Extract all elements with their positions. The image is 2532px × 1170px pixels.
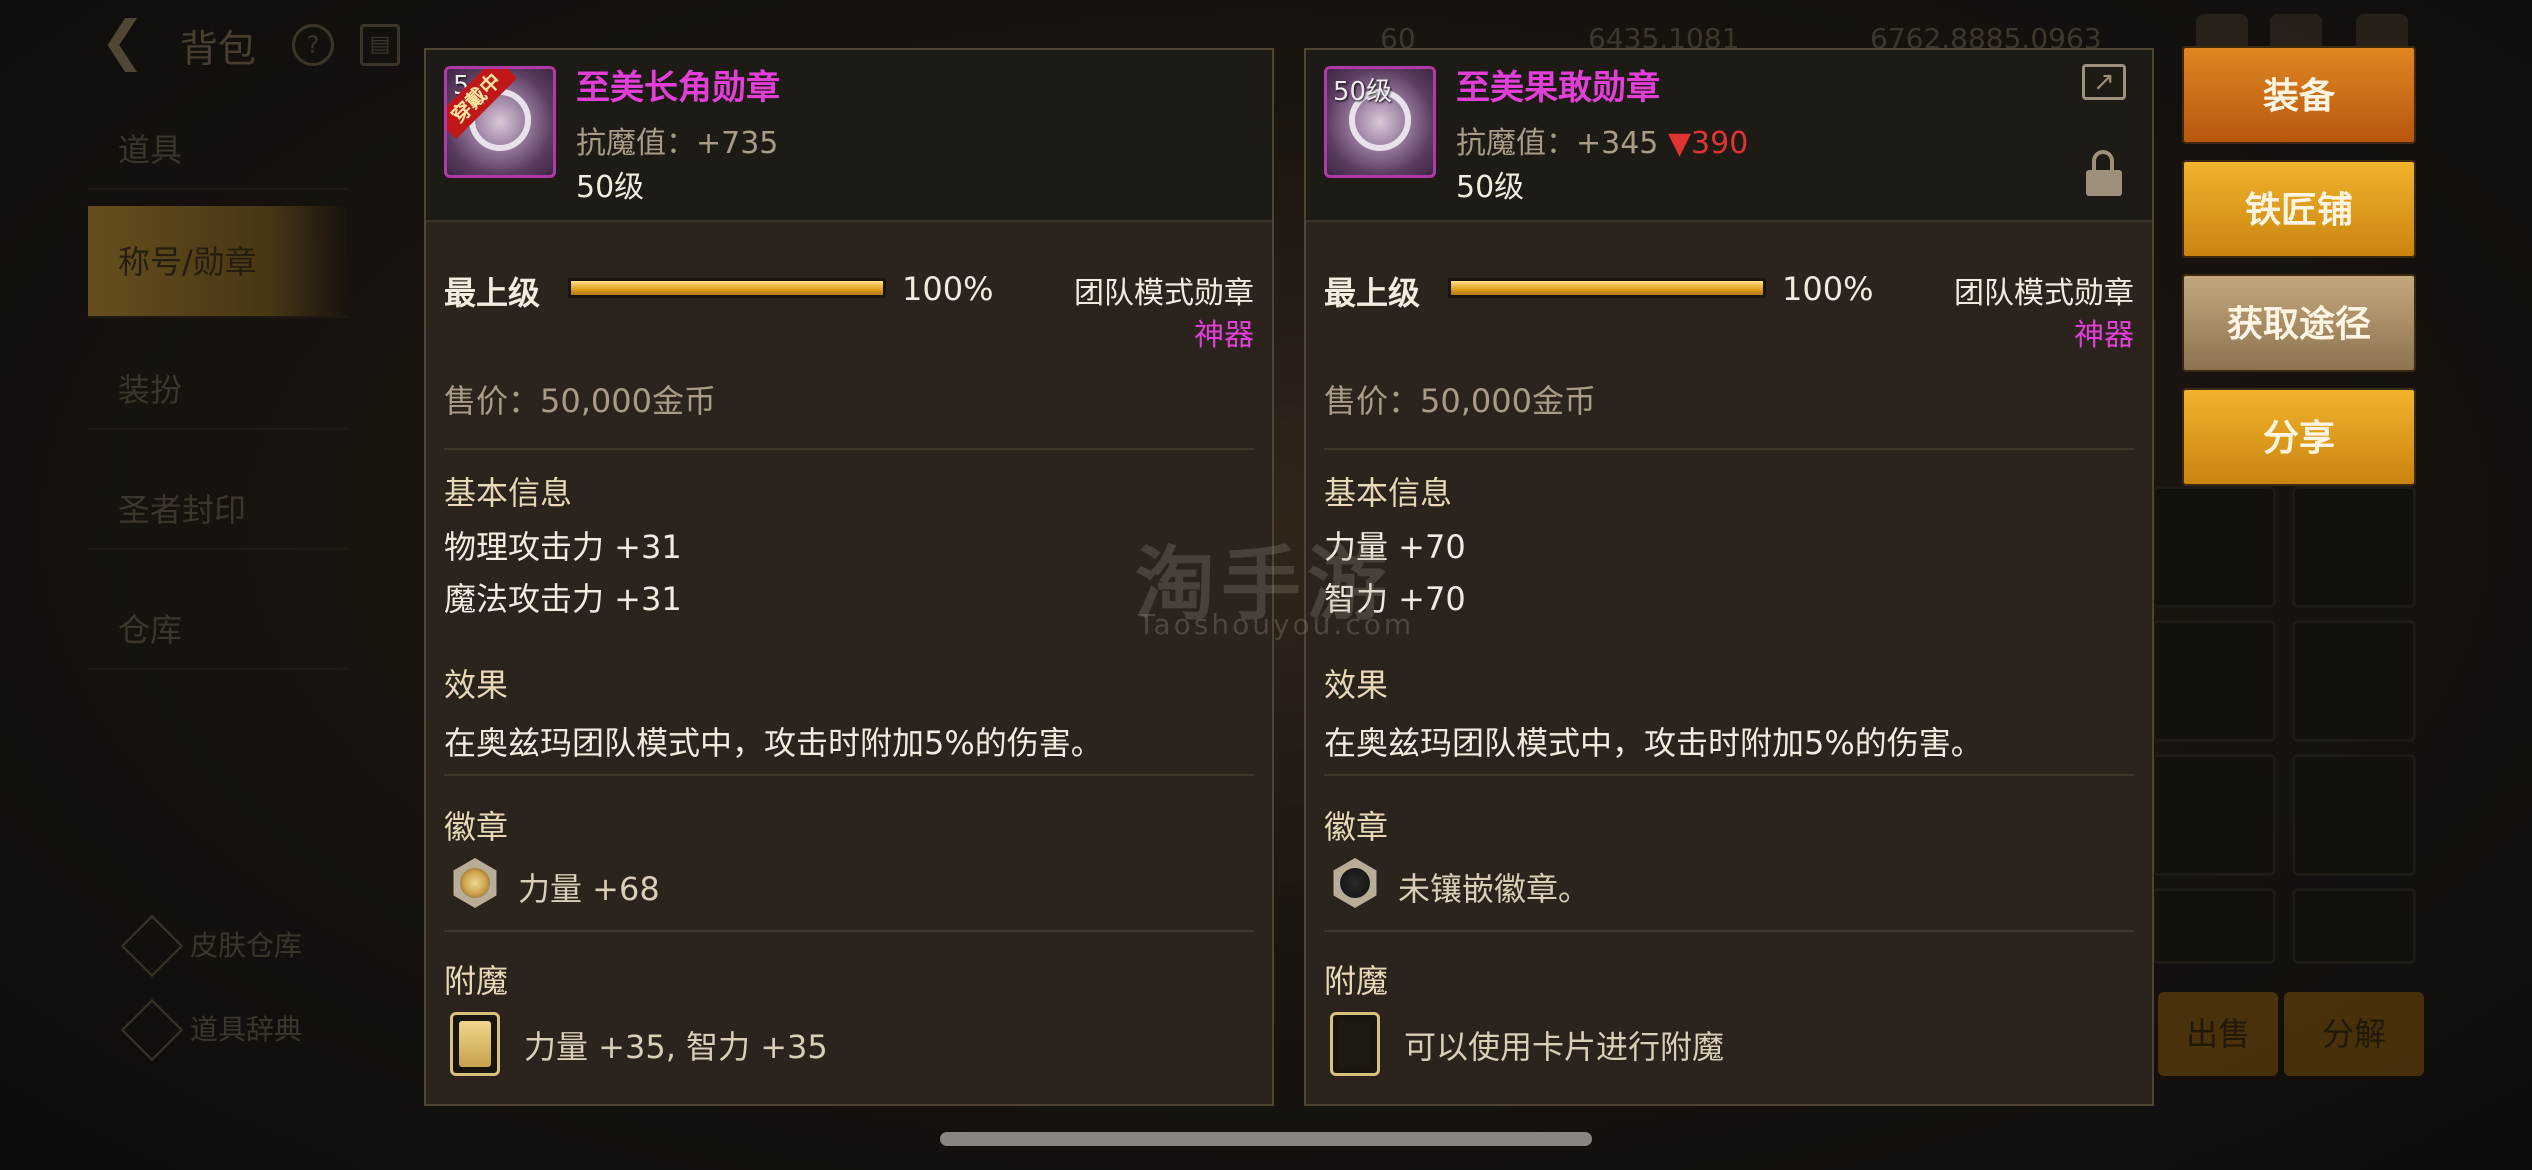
grade-row: 最上级 100% 团队模式勋章 神器 — [1324, 268, 2134, 353]
empty-card-slot-icon — [1330, 1012, 1380, 1076]
divider — [444, 930, 1254, 932]
rarity-label: 神器 — [1194, 318, 1254, 353]
enchant-text: 力量 +35, 智力 +35 — [524, 1028, 828, 1066]
basic-stat-2: 魔法攻击力 +31 — [444, 580, 682, 618]
grade-label: 最上级 — [1324, 274, 1421, 312]
enchant-card-icon — [450, 1012, 500, 1076]
grade-progress-bar — [568, 278, 886, 298]
compared-item-panel: 50级 至美果敢勋章 抗魔值：+345 ▼390 50级 ↗ 最上级 100% … — [1304, 48, 2154, 1106]
emblem-title: 徽章 — [444, 808, 509, 846]
stat-text: 抗魔值：+345 — [1456, 126, 1659, 161]
divider — [1324, 930, 2134, 932]
enchant-text: 可以使用卡片进行附魔 — [1404, 1028, 1725, 1066]
stat-diff: ▼390 — [1667, 126, 1749, 161]
grade-progress-bar — [1448, 278, 1766, 298]
medal-icon: 50级 — [1324, 66, 1436, 178]
item-header: 5 穿戴中 至美长角勋章 抗魔值：+735 50级 — [426, 50, 1272, 222]
watermark-url: Taoshouyou.com — [1138, 608, 1415, 641]
medal-icon: 5 穿戴中 — [444, 66, 556, 178]
rarity-label: 神器 — [2074, 318, 2134, 353]
basic-info-title: 基本信息 — [1324, 474, 1453, 512]
basic-info-title: 基本信息 — [444, 474, 573, 512]
item-name: 至美果敢勋章 — [1456, 68, 1660, 108]
divider — [444, 448, 1254, 450]
enchant-title: 附魔 — [1324, 962, 1389, 1000]
divider — [444, 774, 1254, 776]
grade-percent: 100% — [1782, 270, 1874, 308]
grade-fill — [571, 281, 883, 295]
emblem-text: 力量 +68 — [518, 870, 660, 908]
item-name: 至美长角勋章 — [576, 68, 780, 108]
item-level-badge: 50级 — [1333, 77, 1393, 107]
grade-row: 最上级 100% 团队模式勋章 神器 — [444, 268, 1254, 353]
obtain-source-button[interactable]: 获取途径 — [2182, 274, 2416, 372]
emblem-title: 徽章 — [1324, 808, 1389, 846]
effect-title: 效果 — [1324, 666, 1389, 704]
equip-button[interactable]: 装备 — [2182, 46, 2416, 144]
divider — [1324, 774, 2134, 776]
effect-text: 在奥兹玛团队模式中，攻击时附加5%的伤害。 — [444, 724, 1103, 762]
emblem-text: 未镶嵌徽章。 — [1398, 870, 1591, 908]
divider — [1324, 448, 2134, 450]
sell-price: 售价：50,000金币 — [444, 382, 716, 420]
emblem-socket-icon — [450, 858, 500, 908]
item-level: 50级 — [1456, 170, 1525, 205]
basic-stat-1: 物理攻击力 +31 — [444, 528, 682, 566]
item-level: 50级 — [576, 170, 645, 205]
empty-emblem-socket-icon — [1330, 858, 1380, 908]
home-indicator[interactable] — [940, 1132, 1592, 1146]
magic-resist-stat: 抗魔值：+345 ▼390 — [1456, 118, 1748, 162]
item-header: 50级 至美果敢勋章 抗魔值：+345 ▼390 50级 ↗ — [1306, 50, 2152, 222]
stat-text: 抗魔值：+735 — [576, 126, 779, 161]
mode-label: 团队模式勋章 — [1954, 276, 2134, 311]
blacksmith-button[interactable]: 铁匠铺 — [2182, 160, 2416, 258]
magic-resist-stat: 抗魔值：+735 — [576, 118, 778, 162]
mode-label: 团队模式勋章 — [1074, 276, 1254, 311]
grade-percent: 100% — [902, 270, 994, 308]
grade-label: 最上级 — [444, 274, 541, 312]
enchant-title: 附魔 — [444, 962, 509, 1000]
grade-fill — [1451, 281, 1763, 295]
share-button[interactable]: 分享 — [2182, 388, 2416, 486]
lock-icon[interactable] — [2086, 150, 2122, 196]
share-icon[interactable]: ↗ — [2082, 64, 2126, 100]
sell-price: 售价：50,000金币 — [1324, 382, 1596, 420]
effect-text: 在奥兹玛团队模式中，攻击时附加5%的伤害。 — [1324, 724, 1983, 762]
effect-title: 效果 — [444, 666, 509, 704]
